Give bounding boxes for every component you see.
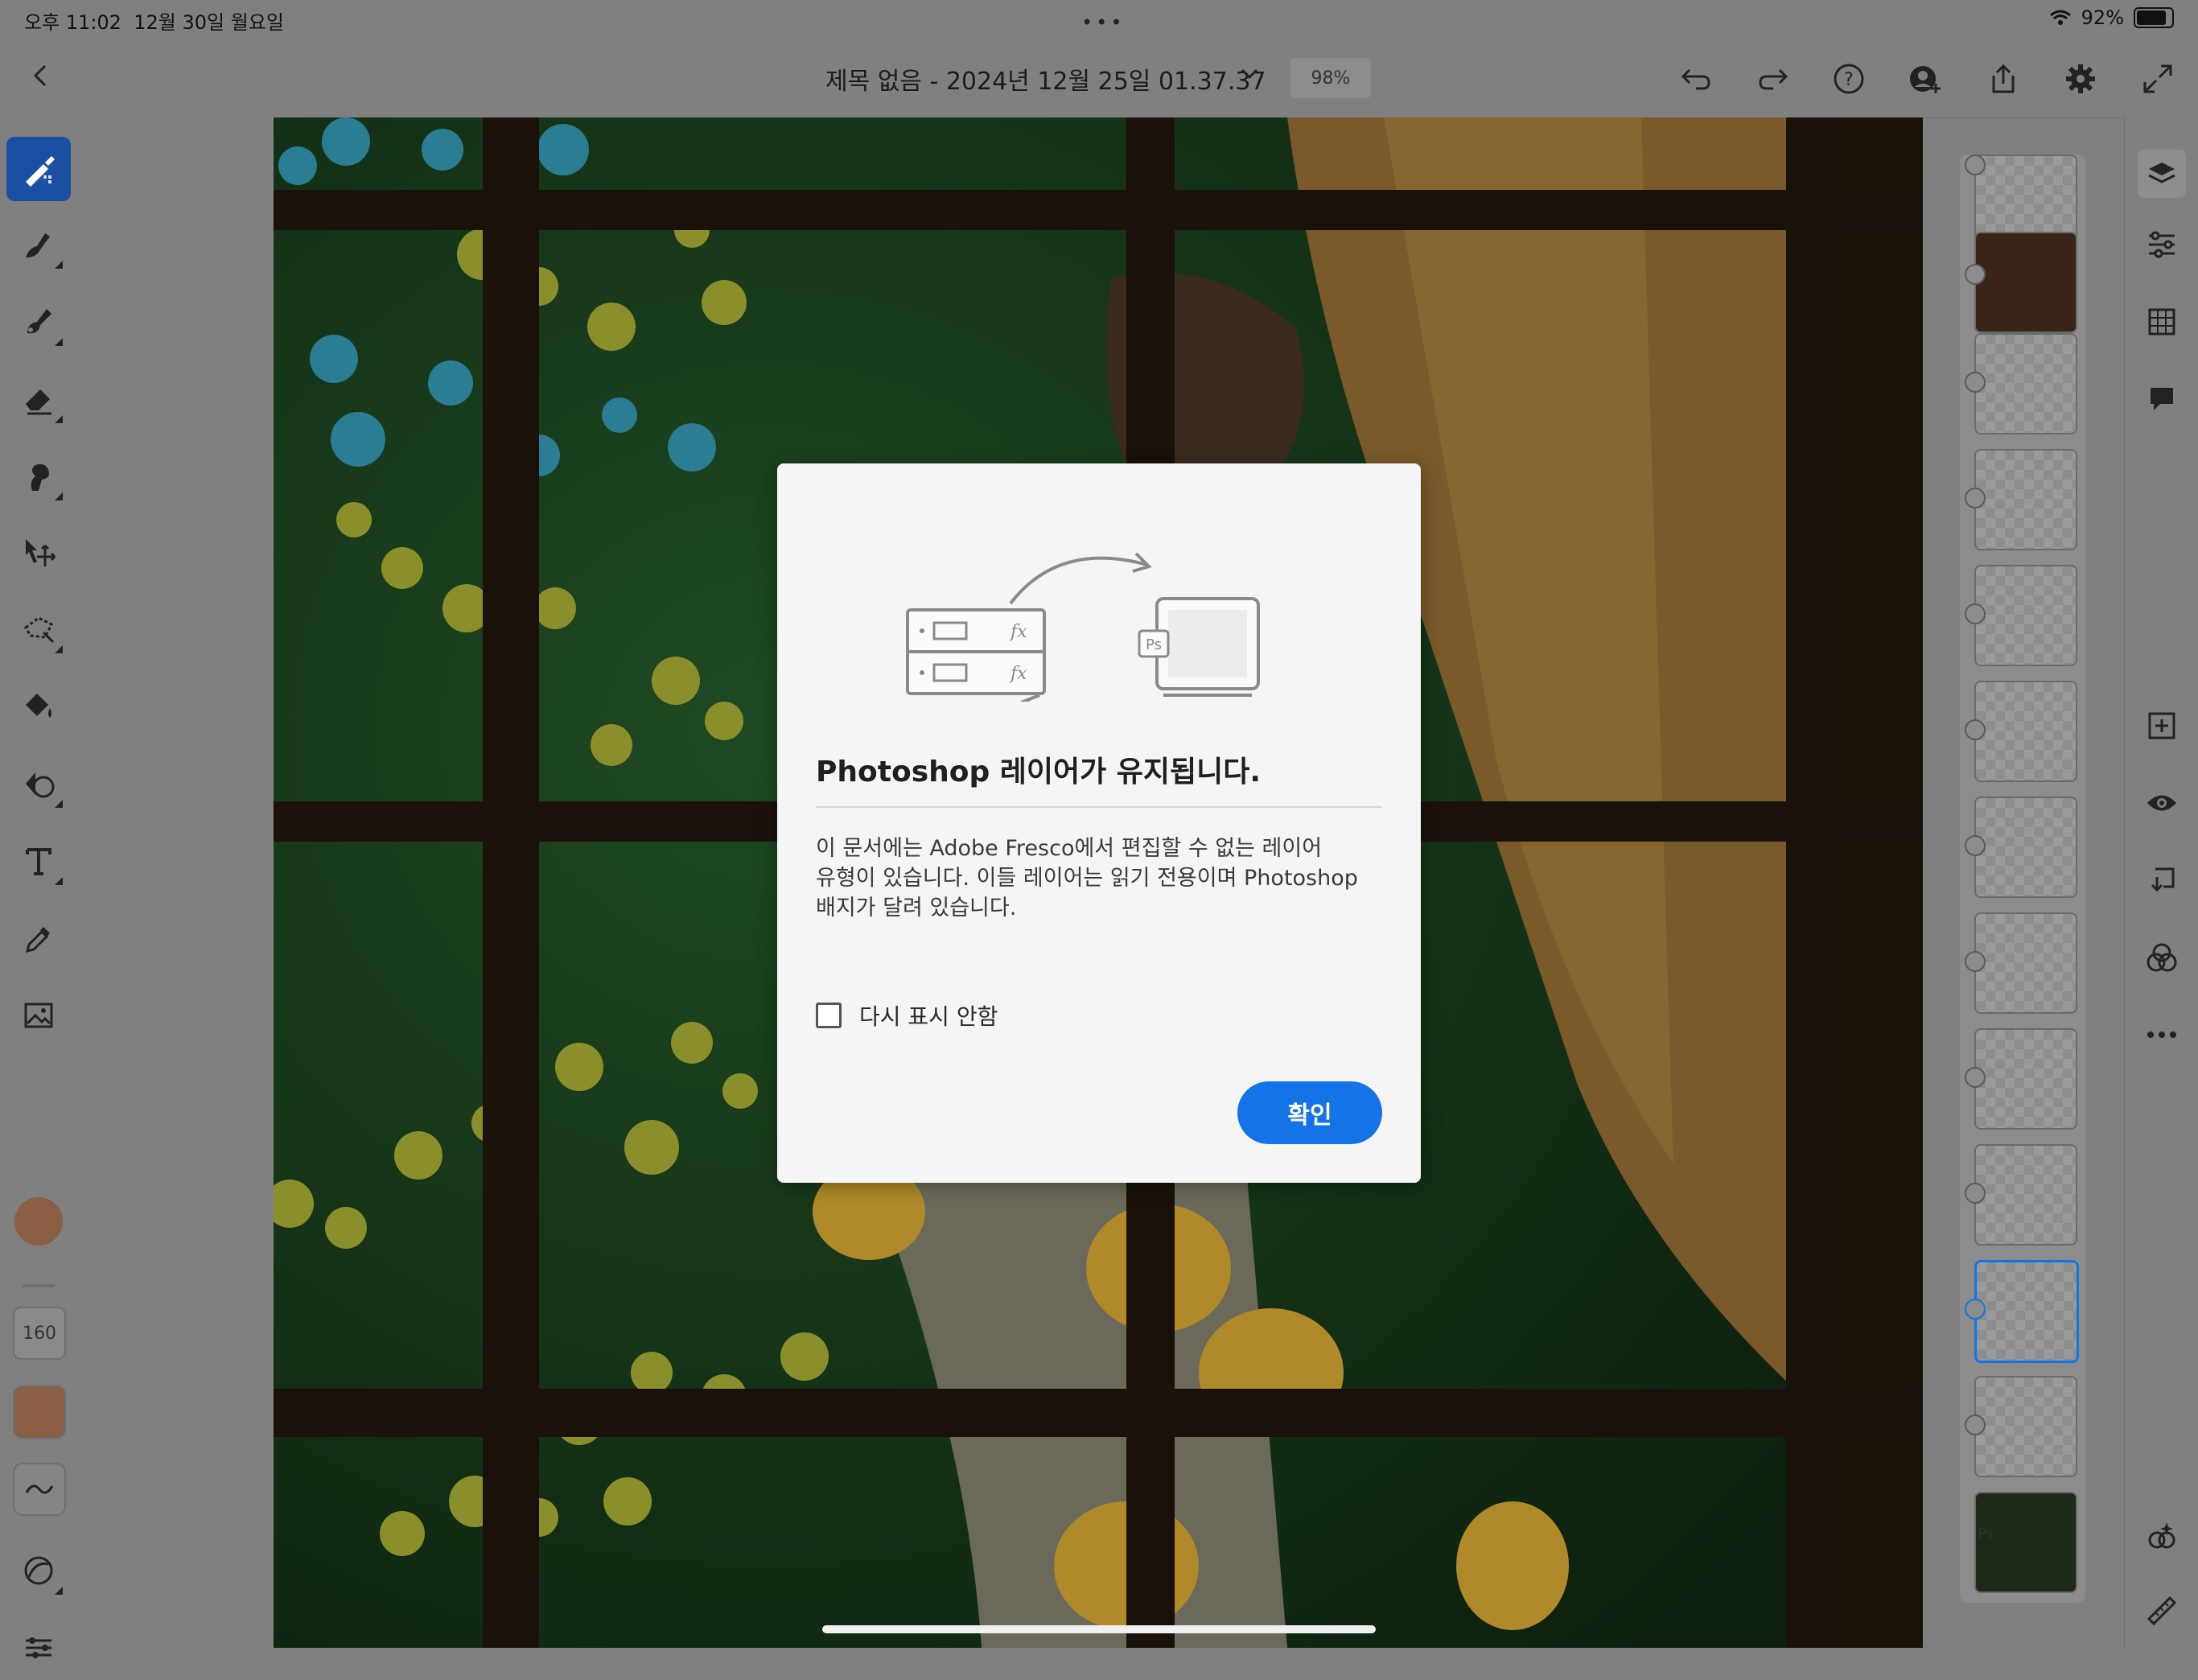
layer-mask-icon[interactable] (1965, 154, 1986, 175)
layer-thumbnail[interactable] (1974, 1144, 2077, 1246)
status-bar: 오후 11:02 12월 30일 월요일 ••• 92% (0, 0, 2198, 40)
back-icon[interactable] (24, 60, 56, 92)
layer-thumbnail[interactable] (1974, 1376, 2077, 1477)
dont-show-again-row[interactable]: 다시 표시 안함 (816, 999, 998, 1031)
layer-thumbnail[interactable] (1974, 1028, 2077, 1130)
wifi-icon (2049, 10, 2071, 25)
type-tool[interactable] (6, 829, 71, 893)
grid-icon[interactable] (2141, 301, 2183, 343)
add-layer-icon[interactable] (2141, 705, 2183, 747)
eraser-tool[interactable] (6, 367, 71, 431)
left-toolbar: 160 (0, 117, 78, 1658)
move-tool[interactable] (6, 520, 71, 584)
brush-color-preview[interactable] (13, 1386, 66, 1439)
wand-icon[interactable] (2141, 1514, 2183, 1556)
multitask-dots[interactable]: ••• (1081, 11, 1125, 34)
layer-thumbnail-selected[interactable] (1974, 1260, 2079, 1363)
layer-mask-icon[interactable] (1965, 1299, 1986, 1320)
shapes-tool[interactable] (6, 751, 71, 816)
export-icon[interactable] (1982, 58, 2024, 100)
layer-thumbnail[interactable] (1974, 333, 2077, 434)
status-time: 오후 11:02 12월 30일 월요일 (24, 11, 284, 34)
visibility-icon[interactable] (2141, 782, 2183, 824)
pixel-brush-tool[interactable] (6, 137, 71, 201)
share-user-icon[interactable] (1905, 58, 1947, 100)
layer-thumbnail[interactable] (1974, 565, 2077, 666)
dont-show-again-checkbox[interactable] (816, 1003, 842, 1028)
fullscreen-icon[interactable] (2137, 58, 2179, 100)
status-date: 12월 30일 월요일 (134, 11, 284, 34)
layer-thumbnail-photoshop[interactable]: Ps (1974, 1492, 2077, 1593)
top-toolbar: 제목 없음 - 2024년 12월 25일 01.37.37 98% ? (0, 40, 2198, 118)
live-brush-tool[interactable] (6, 212, 71, 277)
battery-percent: 92% (2081, 6, 2124, 29)
smudge-tool[interactable] (6, 444, 71, 509)
zoom-level[interactable]: 98% (1290, 58, 1371, 98)
photoshop-layers-dialog: fx fx Ps Photoshop 레이어가 유지됩니다. 이 문서에는 Ad… (777, 463, 1421, 1183)
layer-mask-icon[interactable] (1965, 1414, 1986, 1435)
layers-panel: Ps (1960, 154, 2085, 1603)
layer-thumbnail[interactable] (1974, 681, 2077, 782)
dialog-title: Photoshop 레이어가 유지됩니다. (816, 756, 1262, 789)
brush-settings-icon[interactable] (6, 1538, 71, 1603)
adjustments-icon[interactable] (2141, 224, 2183, 266)
layer-mask-icon[interactable] (1965, 488, 1986, 509)
image-tool[interactable] (6, 983, 71, 1048)
layer-thumbnail[interactable] (1974, 232, 2077, 333)
dialog-body-line: 이 문서에는 Adobe Fresco에서 편집할 수 없는 레이어 (816, 836, 1323, 861)
vector-brush-tool[interactable] (6, 290, 71, 354)
lasso-select-tool[interactable] (6, 597, 71, 661)
confirm-button[interactable]: 확인 (1237, 1081, 1382, 1144)
redo-icon[interactable] (1752, 58, 1794, 100)
dialog-body: 이 문서에는 Adobe Fresco에서 편집할 수 없는 레이어 유형이 있… (816, 834, 1382, 923)
layer-mask-icon[interactable] (1965, 951, 1986, 972)
current-color-swatch[interactable] (14, 1197, 63, 1246)
fx-label-1: fx (1009, 622, 1027, 642)
layer-thumbnail[interactable] (1974, 797, 2077, 898)
battery-icon (2134, 7, 2174, 28)
layer-mask-icon[interactable] (1965, 372, 1986, 393)
ps-badge: Ps (1978, 1526, 1994, 1542)
fx-label-2: fx (1009, 664, 1027, 684)
layer-mask-icon[interactable] (1965, 719, 1986, 740)
layer-mask-icon[interactable] (1965, 264, 1986, 285)
layer-mask-icon[interactable] (1965, 1067, 1986, 1088)
merge-down-icon[interactable] (2141, 859, 2183, 901)
help-icon[interactable]: ? (1828, 58, 1870, 100)
chevron-down-icon[interactable] (1241, 68, 1258, 84)
settings-icon[interactable] (2060, 58, 2101, 100)
more-icon[interactable] (2141, 1014, 2183, 1056)
layer-mask-icon[interactable] (1965, 835, 1986, 856)
right-toolbar (2124, 117, 2198, 1648)
dialog-divider (816, 806, 1382, 808)
dont-show-again-label[interactable]: 다시 표시 안함 (859, 999, 998, 1031)
dialog-body-line: 배지가 달려 있습니다. (816, 896, 1017, 920)
layer-thumbnail[interactable] (1974, 449, 2077, 550)
document-title[interactable]: 제목 없음 - 2024년 12월 25일 01.37.37 (825, 61, 1266, 97)
dialog-body-line: 유형이 있습니다. 이들 레이어는 읽기 전용이며 Photoshop (816, 866, 1358, 891)
brush-size-value[interactable]: 160 (13, 1307, 66, 1360)
fill-tool[interactable] (6, 674, 71, 739)
tool-options-icon[interactable] (6, 1616, 71, 1680)
eyedropper-tool[interactable] (6, 906, 71, 970)
layers-icon[interactable] (2138, 150, 2186, 198)
undo-icon[interactable] (1675, 58, 1717, 100)
size-slider-handle[interactable] (23, 1284, 55, 1287)
home-indicator[interactable] (822, 1625, 1376, 1633)
layer-mask-icon[interactable] (1965, 603, 1986, 624)
layer-mask-icon[interactable] (1965, 1183, 1986, 1204)
status-right: 92% (2049, 6, 2174, 29)
layers-sync-illustration: fx fx Ps (906, 552, 1260, 702)
layer-thumbnail[interactable] (1974, 912, 2077, 1014)
ps-label: Ps (1146, 636, 1162, 653)
comment-icon[interactable] (2141, 378, 2183, 420)
smoothing-icon[interactable] (13, 1463, 66, 1516)
svg-text:?: ? (1844, 70, 1854, 90)
ruler-icon[interactable] (2141, 1590, 2183, 1632)
blend-mode-icon[interactable] (2141, 937, 2183, 978)
